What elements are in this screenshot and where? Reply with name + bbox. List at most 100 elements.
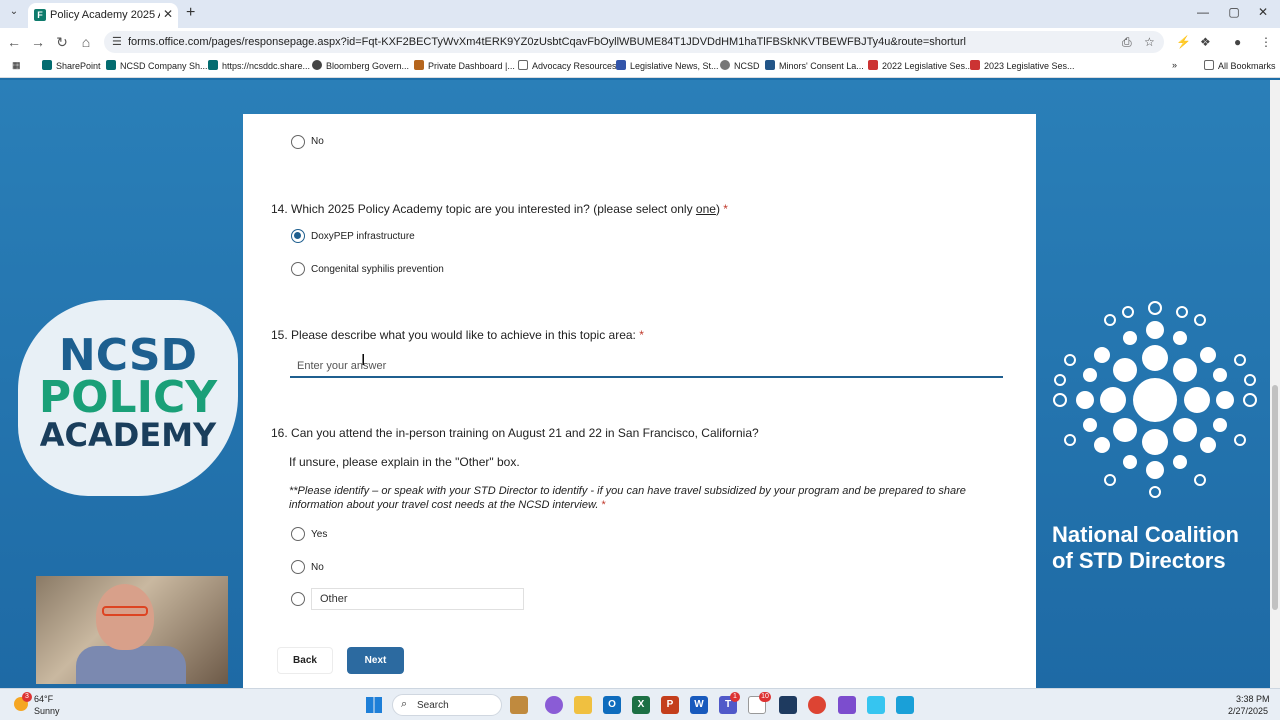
bookmark-ncsd-company[interactable]: NCSD Company Sh... bbox=[106, 60, 208, 71]
bookmark-ncsd[interactable]: NCSD bbox=[720, 60, 760, 71]
page-scrollbar[interactable] bbox=[1270, 80, 1280, 688]
bookmarks-overflow-chevron-icon[interactable]: » bbox=[1172, 60, 1177, 70]
q16-subtext: If unsure, please explain in the "Other"… bbox=[289, 455, 520, 469]
window-close-icon[interactable]: ✕ bbox=[1253, 5, 1273, 19]
back-button[interactable]: Back bbox=[277, 647, 333, 674]
clock-time: 3:38 PM bbox=[1236, 694, 1270, 704]
screen-recorder-icon[interactable] bbox=[896, 696, 914, 714]
q16-option-no-label: No bbox=[311, 562, 324, 573]
q16-option-yes-radio[interactable] bbox=[291, 527, 305, 541]
install-app-icon[interactable]: ⎙ bbox=[1122, 35, 1132, 50]
q16-option-other-radio[interactable] bbox=[291, 592, 305, 606]
forward-arrow-icon[interactable]: → bbox=[30, 34, 46, 50]
work-briefcase-icon[interactable] bbox=[510, 696, 528, 714]
search-icon: ⌕ bbox=[401, 698, 408, 710]
teams-notification-badge: 1 bbox=[730, 692, 740, 702]
q14-title: 14. Which 2025 Policy Academy topic are … bbox=[271, 202, 728, 216]
site-icon bbox=[765, 60, 775, 70]
ncsd-policy-academy-logo: NCSD POLICY ACADEMY bbox=[18, 300, 238, 496]
bookmark-legislative-news[interactable]: Legislative News, St... bbox=[616, 60, 719, 71]
url-field[interactable]: ☰ forms.office.com/pages/responsepage.as… bbox=[104, 31, 1164, 53]
forms-favicon-icon: F bbox=[34, 9, 46, 21]
q16-option-yes-label: Yes bbox=[311, 529, 328, 540]
new-tab-plus-icon[interactable]: + bbox=[186, 4, 195, 22]
q15-title: 15. Please describe what you would like … bbox=[271, 328, 644, 342]
extensions-puzzle-icon[interactable]: ❖ bbox=[1200, 35, 1211, 49]
outlook-icon[interactable]: O bbox=[603, 696, 621, 714]
q16-title: 16. Can you attend the in-person trainin… bbox=[271, 426, 759, 440]
search-label: Search bbox=[417, 700, 449, 711]
weather-temp: 64°F bbox=[34, 694, 54, 704]
slack-icon[interactable] bbox=[867, 696, 885, 714]
site-info-icon[interactable]: ☰ bbox=[112, 35, 122, 48]
tab-close-icon[interactable]: ✕ bbox=[163, 7, 173, 21]
browser-menu-icon[interactable]: ⋮ bbox=[1260, 35, 1272, 49]
q16-other-input[interactable] bbox=[311, 588, 524, 610]
folder-icon bbox=[518, 60, 528, 70]
clock-date: 2/27/2025 bbox=[1228, 706, 1269, 716]
word-icon[interactable]: W bbox=[690, 696, 708, 714]
sharepoint-icon bbox=[106, 60, 116, 70]
sharepoint-icon bbox=[42, 60, 52, 70]
q13-no-radio[interactable] bbox=[291, 135, 305, 149]
bookmark-2022-legislative[interactable]: 2022 Legislative Ses... bbox=[868, 60, 973, 71]
q14-option-congenital-syphilis-label: Congenital syphilis prevention bbox=[311, 264, 444, 275]
required-asterisk: * bbox=[601, 499, 606, 511]
bookmark-ncsddc-share[interactable]: https://ncsddc.share... bbox=[208, 60, 310, 71]
tab-search-chevron-icon[interactable]: ⌄ bbox=[6, 6, 22, 22]
presenter-head bbox=[96, 584, 154, 650]
extension-bolt-icon[interactable]: ⚡ bbox=[1176, 35, 1191, 49]
presenter-body bbox=[76, 646, 186, 684]
q16-note: **Please identify – or speak with your S… bbox=[289, 485, 966, 511]
excel-icon[interactable]: X bbox=[632, 696, 650, 714]
mail-notification-badge: 10 bbox=[759, 692, 771, 702]
ncsd-dots-logo-icon bbox=[1053, 301, 1257, 498]
gmail-icon bbox=[970, 60, 980, 70]
dashboard-icon bbox=[414, 60, 424, 70]
chrome-icon[interactable] bbox=[808, 696, 826, 714]
bookmark-sharepoint[interactable]: SharePoint bbox=[42, 60, 101, 71]
webcam-overlay bbox=[36, 576, 228, 684]
brand-name-line-1: National Coalition bbox=[1052, 522, 1239, 547]
bookmark-advocacy-resources[interactable]: Advocacy Resources bbox=[518, 60, 617, 71]
reload-icon[interactable]: ↻ bbox=[54, 34, 70, 51]
copilot-icon[interactable] bbox=[545, 696, 563, 714]
presenter-glasses bbox=[102, 606, 148, 616]
required-asterisk: * bbox=[639, 328, 644, 342]
bookmarks-bar: ▦ SharePoint NCSD Company Sh... https://… bbox=[0, 56, 1280, 78]
browser-address-bar: ← → ↻ ⌂ ☰ forms.office.com/pages/respons… bbox=[0, 28, 1280, 56]
next-button[interactable]: Next bbox=[347, 647, 404, 674]
tab-title: Policy Academy 2025 Applicatio bbox=[50, 9, 160, 21]
q16-option-no-radio[interactable] bbox=[291, 560, 305, 574]
folder-icon bbox=[1204, 60, 1214, 70]
windows-start-icon[interactable] bbox=[366, 697, 382, 713]
bookmark-bloomberg[interactable]: Bloomberg Govern... bbox=[312, 60, 409, 71]
q15-answer-input[interactable] bbox=[290, 356, 1003, 378]
brand-name-line-2: of STD Directors bbox=[1052, 548, 1226, 573]
q14-option-doxypep-radio[interactable] bbox=[291, 229, 305, 243]
home-icon[interactable]: ⌂ bbox=[78, 34, 94, 50]
logo-line-3: ACADEMY bbox=[39, 416, 217, 454]
browser-tab-bar: ⌄ F Policy Academy 2025 Applicatio ✕ + —… bbox=[0, 0, 1280, 28]
profile-avatar-icon[interactable]: ● bbox=[1234, 35, 1241, 49]
file-explorer-icon[interactable] bbox=[574, 696, 592, 714]
powerpoint-icon[interactable]: P bbox=[661, 696, 679, 714]
apps-grid-icon[interactable]: ▦ bbox=[12, 60, 21, 71]
bookmark-star-icon[interactable]: ☆ bbox=[1144, 35, 1155, 49]
store-icon[interactable] bbox=[779, 696, 797, 714]
bookmark-minors-consent[interactable]: Minors' Consent La... bbox=[765, 60, 864, 71]
back-arrow-icon[interactable]: ← bbox=[6, 34, 22, 50]
scrollbar-thumb[interactable] bbox=[1272, 385, 1278, 610]
window-restore-icon[interactable]: ▢ bbox=[1224, 5, 1244, 19]
ncsd-sun-icon bbox=[720, 60, 730, 70]
all-bookmarks[interactable]: All Bookmarks bbox=[1204, 60, 1276, 71]
bookmark-private-dashboard[interactable]: Private Dashboard |... bbox=[414, 60, 515, 71]
q14-option-congenital-syphilis-radio[interactable] bbox=[291, 262, 305, 276]
url-text: forms.office.com/pages/responsepage.aspx… bbox=[128, 36, 966, 48]
onenote-icon[interactable] bbox=[838, 696, 856, 714]
required-asterisk: * bbox=[723, 202, 728, 216]
bookmark-2023-legislative[interactable]: 2023 Legislative Ses... bbox=[970, 60, 1075, 71]
browser-tab-active[interactable]: F Policy Academy 2025 Applicatio ✕ bbox=[28, 3, 178, 28]
window-minimize-icon[interactable]: — bbox=[1193, 5, 1213, 19]
taskbar-search[interactable]: ⌕ Search bbox=[392, 694, 502, 716]
